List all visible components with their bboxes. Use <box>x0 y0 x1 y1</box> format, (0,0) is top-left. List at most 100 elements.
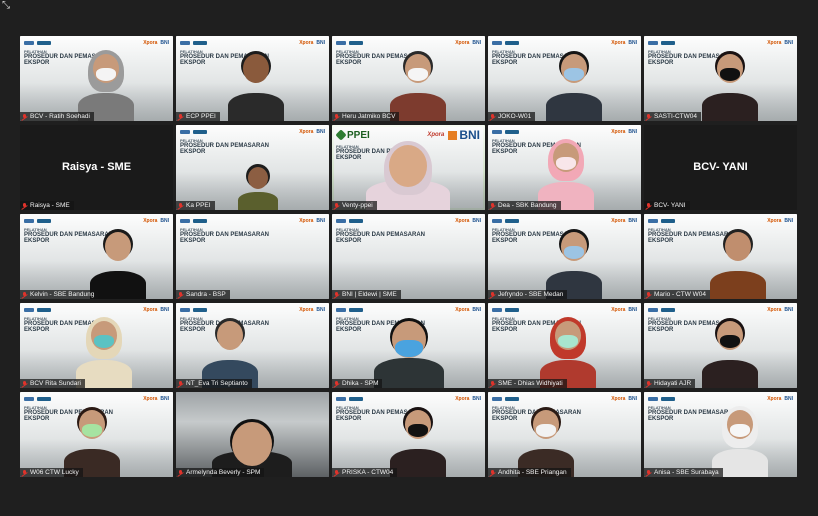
participant-name: Dhika - SPM <box>342 380 379 387</box>
mic-muted-icon <box>334 113 339 120</box>
participant-name: Mario - CTW W04 <box>654 291 706 298</box>
xpora-logo-text: Xpora <box>767 306 782 313</box>
logo-icon <box>505 129 519 134</box>
participant-name-bar: Venty-ppei <box>332 201 377 210</box>
xpora-logo-text: Xpora <box>455 395 470 402</box>
participant-figure <box>540 303 596 388</box>
participant-tile[interactable]: XporaBNIPELATIHANPROSEDUR DAN PEMASARANE… <box>20 303 173 388</box>
participant-tile[interactable]: XporaBNIPELATIHANPROSEDUR DAN PEMASARANE… <box>332 214 485 299</box>
ppei-logo: PPEI <box>335 129 370 141</box>
participant-face <box>243 54 269 83</box>
logo-icon <box>349 307 363 312</box>
bni-logo-text: BNI <box>160 217 169 224</box>
mic-muted-icon <box>22 202 27 209</box>
participant-name: BCV- YANI <box>654 202 686 209</box>
participant-figure <box>390 36 446 121</box>
participant-tile[interactable]: Raisya - SME Raisya - SME <box>20 125 173 210</box>
participant-face <box>389 145 427 187</box>
bni-logo-text: BNI <box>784 306 793 313</box>
logo-icon <box>648 307 658 312</box>
restore-icon[interactable]: ⤡ <box>0 0 12 12</box>
xpora-logo-text: Xpora <box>767 217 782 224</box>
participant-name: W06 CTW Lucky <box>30 469 79 476</box>
participant-tile[interactable]: XporaBNI PELATIHANPROSEDUR DAN PEMASARANE… <box>176 214 329 299</box>
logo-icon <box>661 396 675 401</box>
bni-logo-text: BNI <box>784 395 793 402</box>
bni-logo: BNI <box>448 128 480 142</box>
participant-tile[interactable]: XporaBNIPELATIHANPROSEDUR DAN PEMASARANE… <box>20 36 173 121</box>
bni-logo-text: BNI <box>459 128 480 142</box>
slide-logos-right: Xpora BNI <box>455 40 481 46</box>
slide-logos-left <box>492 40 519 45</box>
slide-title-line3: EKSPOR <box>336 238 362 245</box>
logo-icon <box>37 307 51 312</box>
slide-logos-right: Xpora BNI <box>299 218 325 224</box>
participant-name: Dea - SBK Bandung <box>498 202 557 209</box>
participant-tile[interactable]: XporaBNIPELATIHANPROSEDUR DAN PEMASARANE… <box>644 36 797 121</box>
slide-logos-right: Xpora BNI <box>611 129 637 135</box>
mic-muted-icon <box>490 202 495 209</box>
participant-tile[interactable]: XporaBNIPELATIHANPROSEDUR DAN PEMASARANE… <box>332 303 485 388</box>
video-gallery: Xpora BNI PELATIHAN PROSEDUR DAN PEMASARAN E… <box>20 36 799 479</box>
participant-name: Hidayati AJR <box>654 380 692 387</box>
slide-logos-right: Xpora BNI <box>299 307 325 313</box>
slide-logos-right: Xpora BNI <box>143 40 169 46</box>
logo-icon <box>24 307 34 312</box>
xpora-logo-text: Xpora <box>143 39 158 46</box>
mic-muted-icon <box>646 113 651 120</box>
participant-tile[interactable]: XporaBNIPELATIHANPROSEDUR DAN PEMASARANE… <box>332 36 485 121</box>
logo-icon <box>492 307 502 312</box>
participant-tile[interactable]: XporaBNIPELATIHANPROSEDUR DAN PEMASARANE… <box>176 125 329 210</box>
mic-muted-icon <box>334 380 339 387</box>
participant-figure <box>228 36 284 121</box>
participant-face <box>248 167 268 189</box>
participant-tile[interactable]: XporaBNIPELATIHANPROSEDUR DAN PEMASARANE… <box>488 392 641 477</box>
xpora-logo-text: Xpora <box>143 395 158 402</box>
slide-logos-left <box>24 396 51 401</box>
participant-tile[interactable]: XporaBNIPELATIHANPROSEDUR DAN PEMASARANE… <box>488 125 641 210</box>
slide-logos-left <box>336 396 363 401</box>
participant-tile[interactable]: Armelynda Beverly - SPM <box>176 392 329 477</box>
bni-logo-text: BNI <box>160 39 169 46</box>
participant-name-bar: Armelynda Beverly - SPM <box>176 468 265 477</box>
participant-tile[interactable]: XporaBNIPELATIHANPROSEDUR DAN PEMASARANE… <box>332 392 485 477</box>
bni-logo-text: BNI <box>316 217 325 224</box>
bni-logo-text: BNI <box>628 306 637 313</box>
logo-icon <box>336 307 346 312</box>
participant-tile[interactable]: XporaBNIPELATIHANPROSEDUR DAN PEMASARANE… <box>20 214 173 299</box>
participant-tile[interactable]: XporaBNIPELATIHANPROSEDUR DAN PEMASARANE… <box>488 303 641 388</box>
slide-logos-right: Xpora BNI <box>455 218 481 224</box>
participant-tile[interactable]: BCV- YANI BCV- YANI <box>644 125 797 210</box>
participant-tile[interactable]: XporaBNIPELATIHANPROSEDUR DAN PEMASARANE… <box>488 214 641 299</box>
participant-name: Heru Jatmiko BCV <box>342 113 396 120</box>
participant-tile[interactable]: XporaBNIPELATIHANPROSEDUR DAN PEMASARANE… <box>644 214 797 299</box>
mic-muted-icon <box>178 113 183 120</box>
mic-muted-icon <box>646 291 651 298</box>
participant-tile[interactable]: XporaBNIPELATIHANPROSEDUR DAN PEMASARANE… <box>644 303 797 388</box>
participant-body <box>374 358 444 388</box>
participant-tile[interactable]: XporaBNIPELATIHANPROSEDUR DAN PEMASARANE… <box>176 36 329 121</box>
slide-title: PELATIHANPROSEDUR DAN PEMASARANEKSPOR <box>180 227 269 245</box>
participant-name: SASTI-CTW04 <box>654 113 697 120</box>
participant-name-bar: Ka PPEI <box>176 201 215 210</box>
mic-muted-icon <box>22 113 27 120</box>
logo-icon <box>492 218 502 223</box>
slide-logos-left <box>492 218 519 223</box>
active-speaker-tile[interactable]: PELATIHAN PROSEDUR DAN PEMASARAN EKSPOR PPE… <box>332 125 485 210</box>
slide-header: Xpora BNI <box>180 217 325 224</box>
participant-figure <box>366 125 450 210</box>
participant-tile[interactable]: XporaBNIPELATIHANPROSEDUR DAN PEMASARANE… <box>20 392 173 477</box>
participant-name-bar: BCV - Ratih Soehadi <box>20 112 94 121</box>
mic-muted-icon <box>178 469 183 476</box>
participant-tile[interactable]: XporaBNIPELATIHANPROSEDUR DAN PEMASARANE… <box>488 36 641 121</box>
xpora-logo-text: Xpora <box>299 39 314 46</box>
participant-name: JOKO-W01 <box>498 113 532 120</box>
logo-icon <box>336 218 346 223</box>
slide-logos-right: Xpora BNI <box>455 307 481 313</box>
participant-tile[interactable]: XporaBNIPELATIHANPROSEDUR DAN PEMASARANE… <box>644 392 797 477</box>
bni-logo-text: BNI <box>160 306 169 313</box>
mic-muted-icon <box>178 291 183 298</box>
participant-tile[interactable]: XporaBNIPELATIHANPROSEDUR DAN PEMASARANE… <box>176 303 329 388</box>
participant-body <box>228 93 284 121</box>
slide-logos-left <box>492 396 519 401</box>
